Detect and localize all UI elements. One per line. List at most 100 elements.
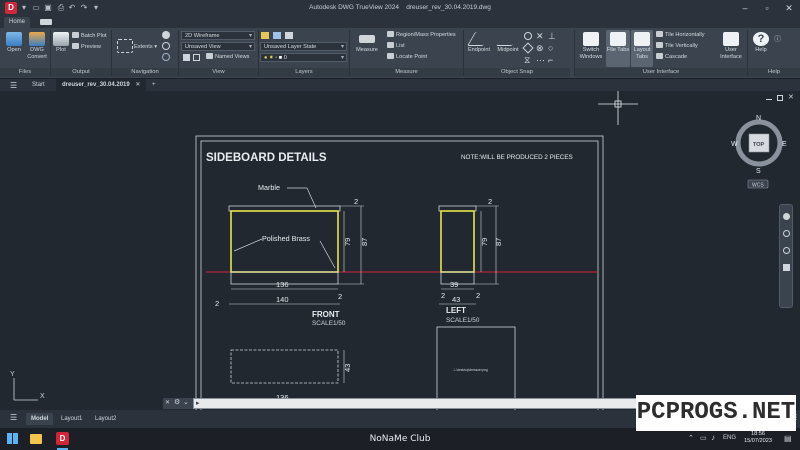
network-icon[interactable]: ▭ bbox=[700, 434, 707, 442]
layers-panel-label[interactable]: Layers bbox=[259, 68, 349, 77]
viewcube-n: N bbox=[756, 115, 761, 122]
layout-tabs-button[interactable]: Layout Tabs bbox=[631, 30, 653, 67]
navigation-panel-label[interactable]: Navigation bbox=[112, 68, 178, 77]
visual-style-dropdown[interactable]: 2D Wireframe bbox=[181, 31, 255, 41]
drawing-canvas[interactable]: SIDEBOARD DETAILS NOTE:WILL BE PRODUCED … bbox=[0, 91, 800, 410]
list-button[interactable]: List bbox=[387, 42, 405, 51]
nav-showmotion-icon[interactable] bbox=[783, 264, 790, 271]
tab-home[interactable]: Home bbox=[4, 17, 31, 28]
command-settings-icon[interactable]: ⚙ bbox=[174, 398, 180, 406]
tile-horizontally-button[interactable]: Tile Horizontally bbox=[656, 31, 705, 40]
command-input[interactable]: ▸ bbox=[193, 398, 638, 409]
layer-bulb-icon: ● bbox=[264, 55, 268, 61]
plot-button[interactable]: Plot bbox=[52, 32, 70, 54]
midpoint-button[interactable]: Midpoint bbox=[494, 32, 522, 54]
batch-plot-button[interactable]: Batch Plot bbox=[72, 32, 107, 41]
layer-match-icon[interactable] bbox=[273, 32, 281, 39]
extents-button[interactable] bbox=[114, 39, 136, 54]
nav-orbit-icon[interactable] bbox=[783, 247, 790, 254]
snap-perpendicular-icon[interactable]: ⊥ bbox=[548, 31, 556, 42]
object-snap-panel-label[interactable]: Object Snap bbox=[464, 68, 570, 77]
user-interface-button[interactable]: User Interface bbox=[716, 32, 746, 60]
tab-close-icon[interactable]: ✕ bbox=[135, 82, 140, 88]
region-mass-button[interactable]: Region/Mass Properties bbox=[387, 31, 456, 40]
tile-horizontally-label: Tile Horizontally bbox=[665, 32, 705, 38]
view-cube-icon[interactable] bbox=[183, 54, 190, 61]
user-interface-panel-label[interactable]: User Interface bbox=[575, 68, 747, 77]
tile-vertically-button[interactable]: Tile Vertically bbox=[656, 42, 698, 51]
windows-start-icon[interactable] bbox=[7, 433, 18, 444]
layer-previous-icon[interactable] bbox=[285, 32, 293, 39]
maximize-icon[interactable]: ▫ bbox=[756, 0, 778, 16]
extents-label-button[interactable]: Extents ▾ bbox=[134, 43, 157, 52]
orbit-icon[interactable] bbox=[162, 53, 170, 61]
close-icon[interactable]: ✕ bbox=[778, 0, 800, 16]
volume-icon[interactable]: ♪ bbox=[711, 433, 715, 442]
layer-state-dropdown[interactable]: Unsaved Layer State bbox=[260, 42, 347, 52]
trueview-taskbar-icon[interactable]: D bbox=[56, 432, 69, 445]
command-history-icon[interactable]: ⌄ bbox=[183, 398, 189, 406]
snap-node-icon[interactable]: ⊗ bbox=[536, 43, 544, 54]
snap-nearest-icon[interactable]: ⧖ bbox=[524, 55, 530, 66]
ribbon-toggle-icon[interactable] bbox=[40, 19, 52, 25]
viewport-minimize-icon[interactable] bbox=[766, 97, 772, 100]
output-panel-label[interactable]: Output bbox=[51, 68, 111, 77]
snap-quadrant-icon[interactable] bbox=[522, 42, 534, 54]
files-panel-label[interactable]: Files bbox=[0, 68, 50, 77]
layer-properties-icon[interactable] bbox=[261, 32, 269, 39]
measure-button[interactable]: Measure bbox=[354, 32, 380, 54]
preview-button[interactable]: Preview bbox=[72, 43, 101, 52]
snap-insert-icon[interactable]: ⌐ bbox=[548, 55, 553, 65]
new-tab-button[interactable]: + bbox=[146, 79, 162, 91]
viewport-restore-icon[interactable] bbox=[777, 95, 783, 101]
ribbon-tab-bar: Home bbox=[0, 16, 800, 28]
language-indicator[interactable]: ENG bbox=[723, 435, 736, 441]
watermark-banner: PCPROGS.NET bbox=[636, 395, 796, 431]
notification-icon[interactable]: ▤ bbox=[784, 434, 792, 443]
brass-leader-right bbox=[319, 240, 336, 269]
zoom-realtime-icon[interactable] bbox=[162, 42, 170, 50]
help-button[interactable]: ? Help bbox=[750, 32, 772, 54]
endpoint-icon bbox=[466, 32, 492, 46]
tab-start[interactable]: Start bbox=[26, 79, 51, 91]
layout-menu-icon[interactable]: ☰ bbox=[10, 413, 17, 422]
tab-layout1-label: Layout1 bbox=[61, 416, 83, 422]
snap-tangent-icon[interactable]: ○ bbox=[548, 43, 553, 53]
layers-label: Layers bbox=[295, 69, 313, 75]
tab-drawing[interactable]: dreuser_rev_30.04.2019 ✕ bbox=[56, 79, 147, 91]
file-tabs-button[interactable]: File Tabs bbox=[606, 30, 630, 67]
clock[interactable]: 18:56 15/07/2023 bbox=[740, 431, 776, 445]
tray-chevron-icon[interactable]: ⌃ bbox=[688, 434, 694, 442]
cascade-button[interactable]: Cascade bbox=[656, 53, 687, 62]
tab-model[interactable]: Model bbox=[26, 413, 54, 425]
tab-layout2[interactable]: Layout2 bbox=[90, 413, 121, 425]
command-close-icon[interactable]: ✕ bbox=[165, 399, 170, 406]
snap-center-icon[interactable] bbox=[524, 32, 532, 40]
snap-extension-icon[interactable]: ⋯ bbox=[536, 55, 545, 66]
saved-view-dropdown[interactable]: Unsaved View bbox=[181, 42, 255, 52]
minimize-icon[interactable]: – bbox=[734, 0, 756, 16]
measure-panel-label[interactable]: Measure bbox=[350, 68, 463, 77]
help-info-icon[interactable]: ⓘ bbox=[774, 34, 781, 44]
pan-icon[interactable] bbox=[162, 31, 170, 39]
endpoint-button[interactable]: Endpoint bbox=[465, 32, 493, 54]
hamburger-menu-icon[interactable]: ☰ bbox=[10, 81, 17, 90]
viewport-icon[interactable] bbox=[193, 54, 200, 61]
nav-zoom-icon[interactable] bbox=[783, 230, 790, 237]
open-button[interactable]: Open bbox=[3, 32, 25, 54]
switch-windows-button[interactable]: Switch Windows bbox=[577, 32, 605, 60]
layer-dropdown[interactable]: ● ✷ ▫ ■ 0 bbox=[260, 53, 347, 63]
front-dim-87: 87 bbox=[360, 238, 369, 246]
dwg-convert-button[interactable]: DWG Convert bbox=[25, 32, 49, 60]
locate-point-button[interactable]: Locate Point bbox=[387, 53, 427, 62]
file-explorer-icon[interactable] bbox=[30, 434, 42, 444]
nav-pan-icon[interactable] bbox=[783, 213, 790, 220]
view-panel-label[interactable]: View bbox=[179, 68, 258, 77]
tab-drawing-label: dreuser_rev_30.04.2019 bbox=[62, 82, 130, 88]
named-views-button[interactable]: Named Views bbox=[206, 53, 249, 62]
named-views-icon bbox=[206, 53, 213, 59]
viewport-close-icon[interactable]: ✕ bbox=[788, 93, 794, 101]
snap-intersection-icon[interactable]: ✕ bbox=[536, 31, 544, 42]
help-panel-label[interactable]: Help bbox=[748, 68, 800, 77]
tab-layout1[interactable]: Layout1 bbox=[56, 413, 87, 425]
